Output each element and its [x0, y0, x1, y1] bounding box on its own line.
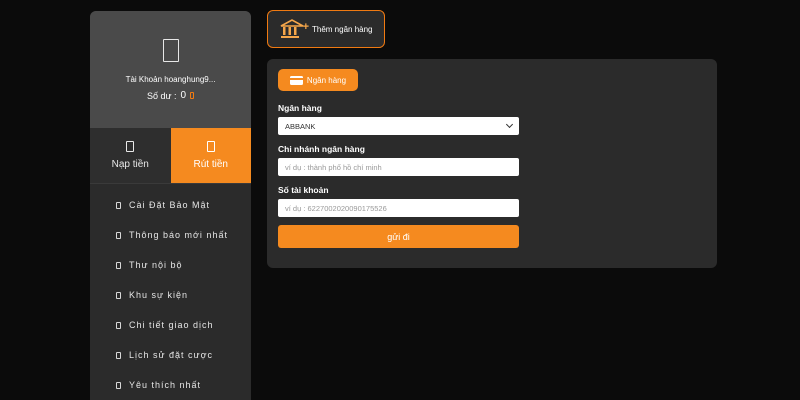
account-number-label: Số tài khoản [278, 185, 329, 195]
menu-item-label: Lịch sử đặt cược [129, 350, 213, 360]
coin-icon [190, 92, 195, 99]
balance-value: 0 [180, 90, 187, 101]
account-name: Tài Khoản hoanghung9... [125, 75, 216, 84]
mail-icon [116, 261, 121, 269]
plus-icon: + [302, 21, 309, 33]
tab-bank-label: Ngân hàng [306, 75, 347, 85]
menu-item-bet-history[interactable]: Lịch sử đặt cược [90, 340, 251, 370]
menu-item-label: Thông báo mới nhất [129, 230, 228, 240]
menu-item-transactions[interactable]: Chi tiết giao dịch [90, 310, 251, 340]
notification-icon [116, 231, 121, 239]
add-bank-label: Thêm ngân hàng [312, 24, 373, 34]
branch-label: Chi nhánh ngân hàng [278, 144, 365, 154]
bank-form-panel: Ngân hàng Ngân hàng ABBANK Chi nhánh ngâ… [267, 59, 717, 268]
event-icon [116, 291, 121, 299]
branch-input[interactable] [278, 158, 519, 176]
menu-item-events[interactable]: Khu sự kiện [90, 280, 251, 310]
menu-item-security[interactable]: Cài Đặt Bảo Mật [90, 190, 251, 220]
menu-item-label: Cài Đặt Bảo Mật [129, 200, 211, 210]
tab-deposit-label: Nạp tiền [111, 159, 149, 170]
menu-item-notifications[interactable]: Thông báo mới nhất [90, 220, 251, 250]
menu-item-inbox[interactable]: Thư nội bộ [90, 250, 251, 280]
tab-deposit[interactable]: Nạp tiền [90, 128, 171, 183]
user-avatar-icon [162, 39, 179, 62]
bank-icon: + [280, 19, 309, 39]
balance-row: Số dư : 0 [146, 90, 195, 101]
submit-button[interactable]: gửi đi [278, 225, 519, 248]
balance-label: Số dư : [146, 90, 177, 101]
menu-item-label: Yêu thích nhất [129, 380, 202, 390]
menu-item-label: Chi tiết giao dịch [129, 320, 214, 330]
history-icon [116, 351, 121, 359]
sidebar-menu: Cài Đặt Bảo Mật Thông báo mới nhất Thư n… [90, 183, 251, 400]
transaction-tabs: Nạp tiền Rút tiền [90, 128, 251, 183]
favorite-icon [116, 381, 121, 389]
profile-card: Tài Khoản hoanghung9... Số dư : 0 [90, 11, 251, 128]
bank-select-value: ABBANK [285, 121, 316, 131]
transaction-icon [116, 321, 121, 329]
menu-item-label: Thư nội bộ [129, 260, 183, 270]
card-icon [289, 75, 303, 85]
tab-withdraw-label: Rút tiền [193, 159, 228, 170]
bank-select[interactable]: ABBANK [278, 117, 519, 135]
deposit-icon [126, 141, 135, 152]
account-number-input[interactable] [278, 199, 519, 217]
security-icon [116, 201, 121, 209]
bank-select-label: Ngân hàng [278, 103, 322, 113]
menu-item-favorites[interactable]: Yêu thích nhất [90, 370, 251, 400]
tab-withdraw[interactable]: Rút tiền [170, 128, 251, 183]
add-bank-button[interactable]: + Thêm ngân hàng [267, 10, 385, 48]
tab-bank[interactable]: Ngân hàng [278, 69, 358, 91]
withdraw-icon [206, 141, 215, 152]
sidebar: Tài Khoản hoanghung9... Số dư : 0 Nạp ti… [90, 11, 251, 400]
chevron-down-icon [505, 120, 514, 129]
menu-item-label: Khu sự kiện [129, 290, 189, 300]
